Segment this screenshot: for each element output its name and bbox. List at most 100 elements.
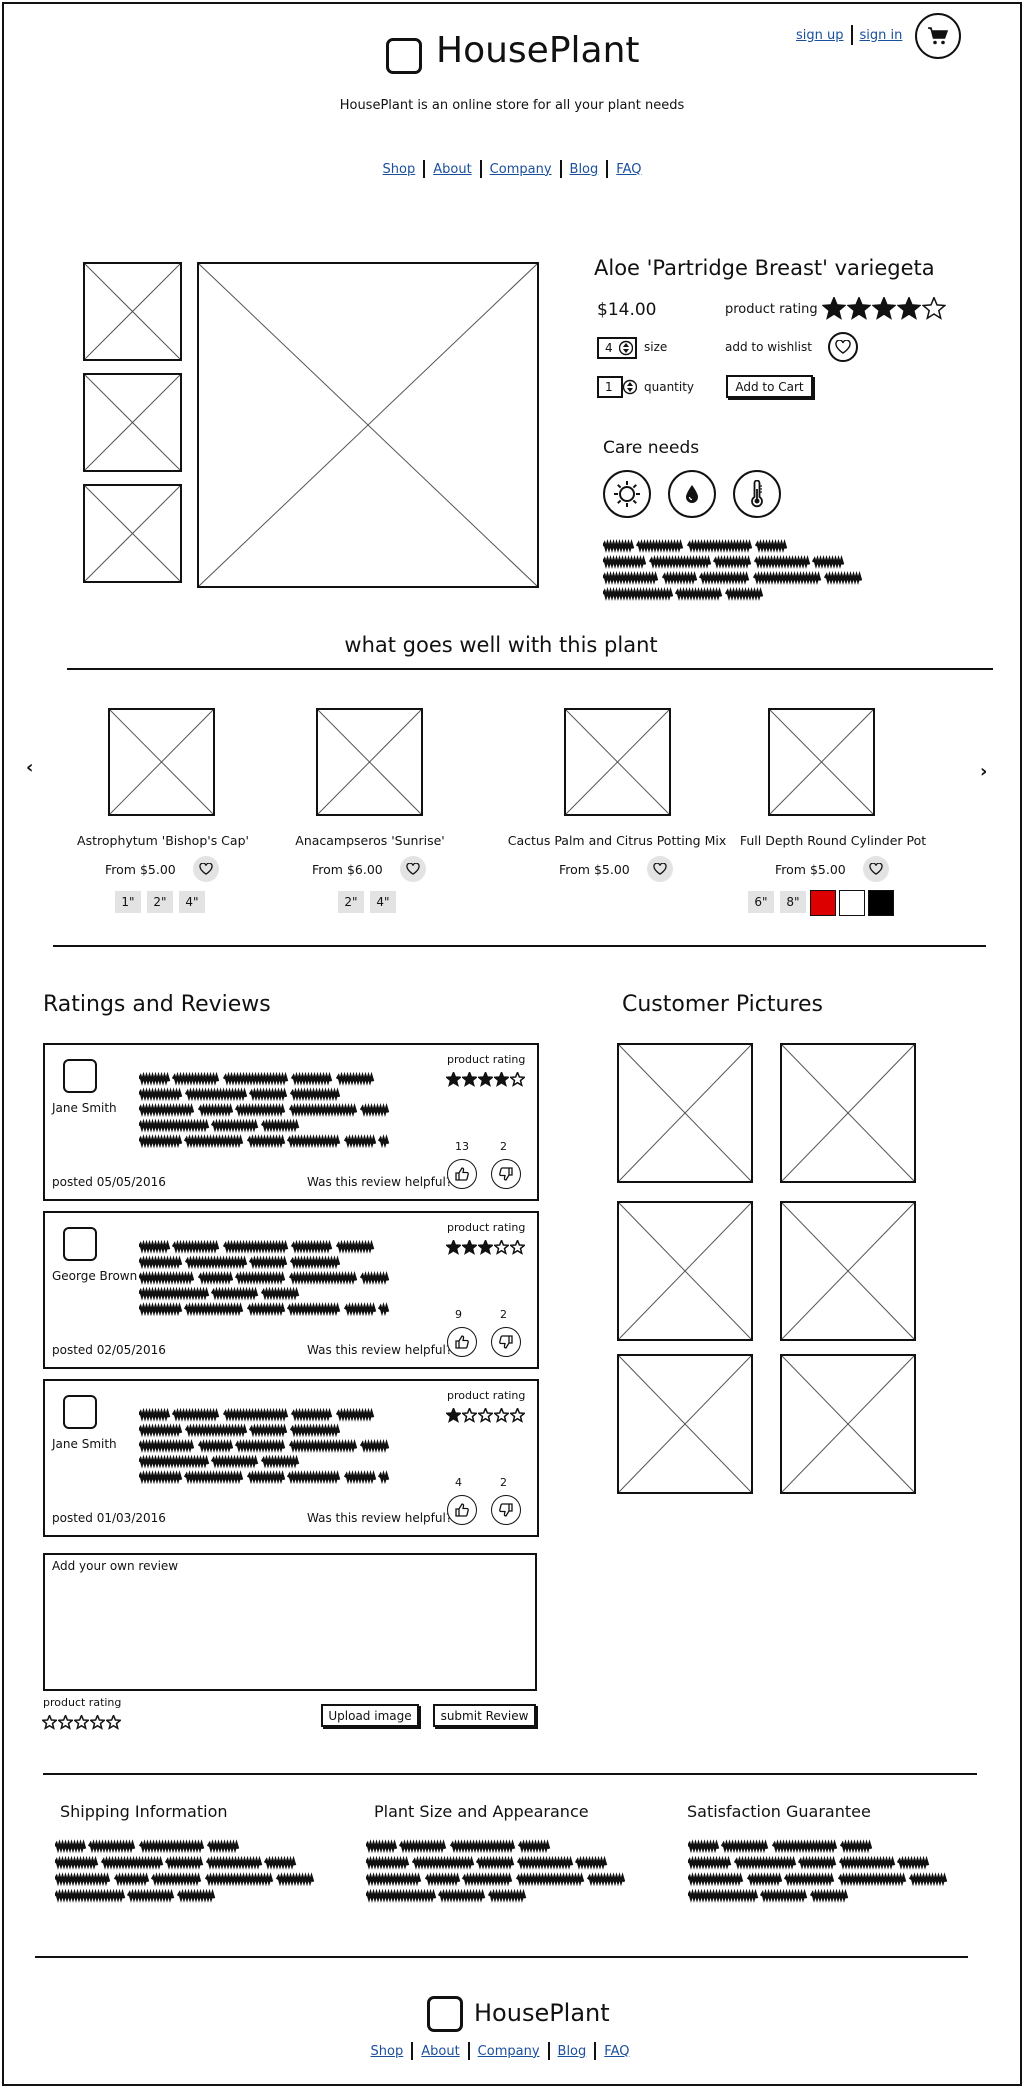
nav-link-faq[interactable]: FAQ bbox=[616, 162, 641, 177]
thumbs-up-button[interactable] bbox=[447, 1327, 477, 1357]
star-filled-icon bbox=[846, 295, 872, 320]
thumbs-up-button[interactable] bbox=[447, 1495, 477, 1525]
customer-picture[interactable] bbox=[780, 1354, 916, 1494]
carousel-prev-button[interactable]: ‹ bbox=[26, 757, 33, 778]
size-option[interactable]: 1" bbox=[115, 891, 141, 913]
thumbs-down-button[interactable] bbox=[491, 1495, 521, 1525]
related-product-image[interactable] bbox=[564, 708, 671, 816]
thumbnail-image-1[interactable] bbox=[83, 262, 182, 361]
divider bbox=[43, 1773, 977, 1775]
color-option[interactable] bbox=[868, 890, 894, 916]
carousel-next-button[interactable]: › bbox=[980, 761, 987, 782]
placeholder-cross-icon bbox=[619, 1045, 751, 1181]
review-body bbox=[137, 1071, 404, 1149]
placeholder-cross-icon bbox=[110, 710, 213, 814]
product-title: Aloe 'Partridge Breast' variegeta bbox=[594, 256, 935, 280]
care-temperature bbox=[733, 470, 781, 518]
size-option[interactable]: 2" bbox=[338, 891, 364, 913]
color-option[interactable] bbox=[839, 890, 865, 916]
avatar bbox=[63, 1395, 97, 1429]
related-product-image[interactable] bbox=[768, 708, 875, 816]
footer-nav-link-blog[interactable]: Blog bbox=[558, 2044, 587, 2059]
thumbs-down-icon bbox=[499, 1335, 513, 1349]
customer-picture[interactable] bbox=[780, 1043, 916, 1183]
placeholder-text-scribble bbox=[137, 1071, 390, 1149]
footer-nav-link-shop[interactable]: Shop bbox=[371, 2044, 404, 2059]
related-product-name[interactable]: Anacampseros 'Sunrise' bbox=[250, 833, 490, 848]
logo-icon bbox=[386, 38, 422, 74]
footer-nav-link-company[interactable]: Company bbox=[478, 2044, 540, 2059]
thumbnail-image-3[interactable] bbox=[83, 484, 182, 583]
related-product-name[interactable]: Astrophytum 'Bishop's Cap' bbox=[43, 833, 283, 848]
related-wishlist-button[interactable] bbox=[647, 856, 673, 882]
care-sun bbox=[603, 470, 651, 518]
nav-link-about[interactable]: About bbox=[433, 162, 471, 177]
sign-in-link[interactable]: sign in bbox=[860, 28, 903, 43]
star-filled-icon bbox=[444, 1406, 463, 1423]
thumbs-up-button[interactable] bbox=[447, 1159, 477, 1189]
related-product-image[interactable] bbox=[316, 708, 423, 816]
placeholder-cross-icon bbox=[199, 264, 537, 586]
quantity-stepper[interactable]: 1 bbox=[597, 376, 637, 398]
wishlist-button[interactable] bbox=[828, 332, 858, 362]
star-empty-icon bbox=[476, 1406, 495, 1423]
nav-link-company[interactable]: Company bbox=[490, 162, 552, 177]
cart-button[interactable] bbox=[915, 13, 961, 59]
thumbs-down-icon bbox=[499, 1167, 513, 1181]
add-to-cart-button[interactable]: Add to Cart bbox=[726, 375, 813, 398]
info-title: Plant Size and Appearance bbox=[374, 1802, 589, 1821]
helpful-up-count: 9 bbox=[455, 1308, 462, 1321]
review-rating-label: product rating bbox=[447, 1221, 526, 1234]
placeholder-cross-icon bbox=[619, 1203, 751, 1339]
heart-icon bbox=[653, 863, 667, 875]
customer-picture[interactable] bbox=[780, 1201, 916, 1341]
thumbs-down-button[interactable] bbox=[491, 1327, 521, 1357]
color-option[interactable] bbox=[810, 890, 836, 916]
review-posted-date: posted 05/05/2016 bbox=[52, 1175, 166, 1189]
star-filled-icon bbox=[896, 295, 922, 320]
size-stepper[interactable]: 4 bbox=[597, 337, 637, 359]
review-card: George Brown product rating 9 2 posted 02/05… bbox=[43, 1211, 539, 1369]
product-rating-stars bbox=[821, 295, 947, 321]
related-product-name[interactable]: Cactus Palm and Citrus Potting Mix bbox=[497, 833, 737, 848]
footer-nav-link-faq[interactable]: FAQ bbox=[604, 2044, 629, 2059]
related-product-name[interactable]: Full Depth Round Cylinder Pot bbox=[713, 833, 953, 848]
product-description bbox=[601, 538, 868, 602]
related-wishlist-button[interactable] bbox=[400, 856, 426, 882]
upload-image-button[interactable]: Upload image bbox=[321, 1704, 419, 1727]
sign-up-link[interactable]: sign up bbox=[796, 28, 844, 43]
size-option[interactable]: 4" bbox=[179, 891, 205, 913]
star-empty-icon bbox=[72, 1713, 91, 1730]
thumbs-down-button[interactable] bbox=[491, 1159, 521, 1189]
related-product-image[interactable] bbox=[108, 708, 215, 816]
own-rating-stars[interactable] bbox=[40, 1712, 123, 1731]
nav-link-shop[interactable]: Shop bbox=[383, 162, 416, 177]
placeholder-cross-icon bbox=[770, 710, 873, 814]
size-option[interactable]: 2" bbox=[147, 891, 173, 913]
tagline: HousePlant is an online store for all yo… bbox=[339, 98, 685, 113]
brand-title[interactable]: HousePlant bbox=[436, 30, 640, 71]
nav-link-blog[interactable]: Blog bbox=[570, 162, 599, 177]
thumbnail-image-2[interactable] bbox=[83, 373, 182, 472]
size-option[interactable]: 6" bbox=[748, 891, 774, 913]
footer-nav-link-about[interactable]: About bbox=[421, 2044, 459, 2059]
customer-picture[interactable] bbox=[617, 1354, 753, 1494]
review-rating-stars bbox=[444, 1405, 527, 1424]
star-filled-icon bbox=[492, 1070, 511, 1087]
placeholder-cross-icon bbox=[85, 264, 180, 359]
size-option[interactable]: 8" bbox=[780, 891, 806, 913]
add-review-textarea[interactable]: Add your own review bbox=[43, 1553, 537, 1691]
submit-review-button[interactable]: submit Review bbox=[433, 1704, 536, 1727]
review-posted-date: posted 01/03/2016 bbox=[52, 1511, 166, 1525]
placeholder-cross-icon bbox=[619, 1356, 751, 1492]
heart-icon bbox=[199, 863, 213, 875]
size-option[interactable]: 4" bbox=[370, 891, 396, 913]
customer-picture[interactable] bbox=[617, 1043, 753, 1183]
placeholder-cross-icon bbox=[85, 375, 180, 470]
footer-brand[interactable]: HousePlant bbox=[474, 1999, 610, 2027]
related-wishlist-button[interactable] bbox=[193, 856, 219, 882]
care-needs-title: Care needs bbox=[603, 438, 700, 458]
customer-picture[interactable] bbox=[617, 1201, 753, 1341]
helpful-question: Was this review helpful? bbox=[307, 1343, 453, 1357]
related-wishlist-button[interactable] bbox=[863, 856, 889, 882]
